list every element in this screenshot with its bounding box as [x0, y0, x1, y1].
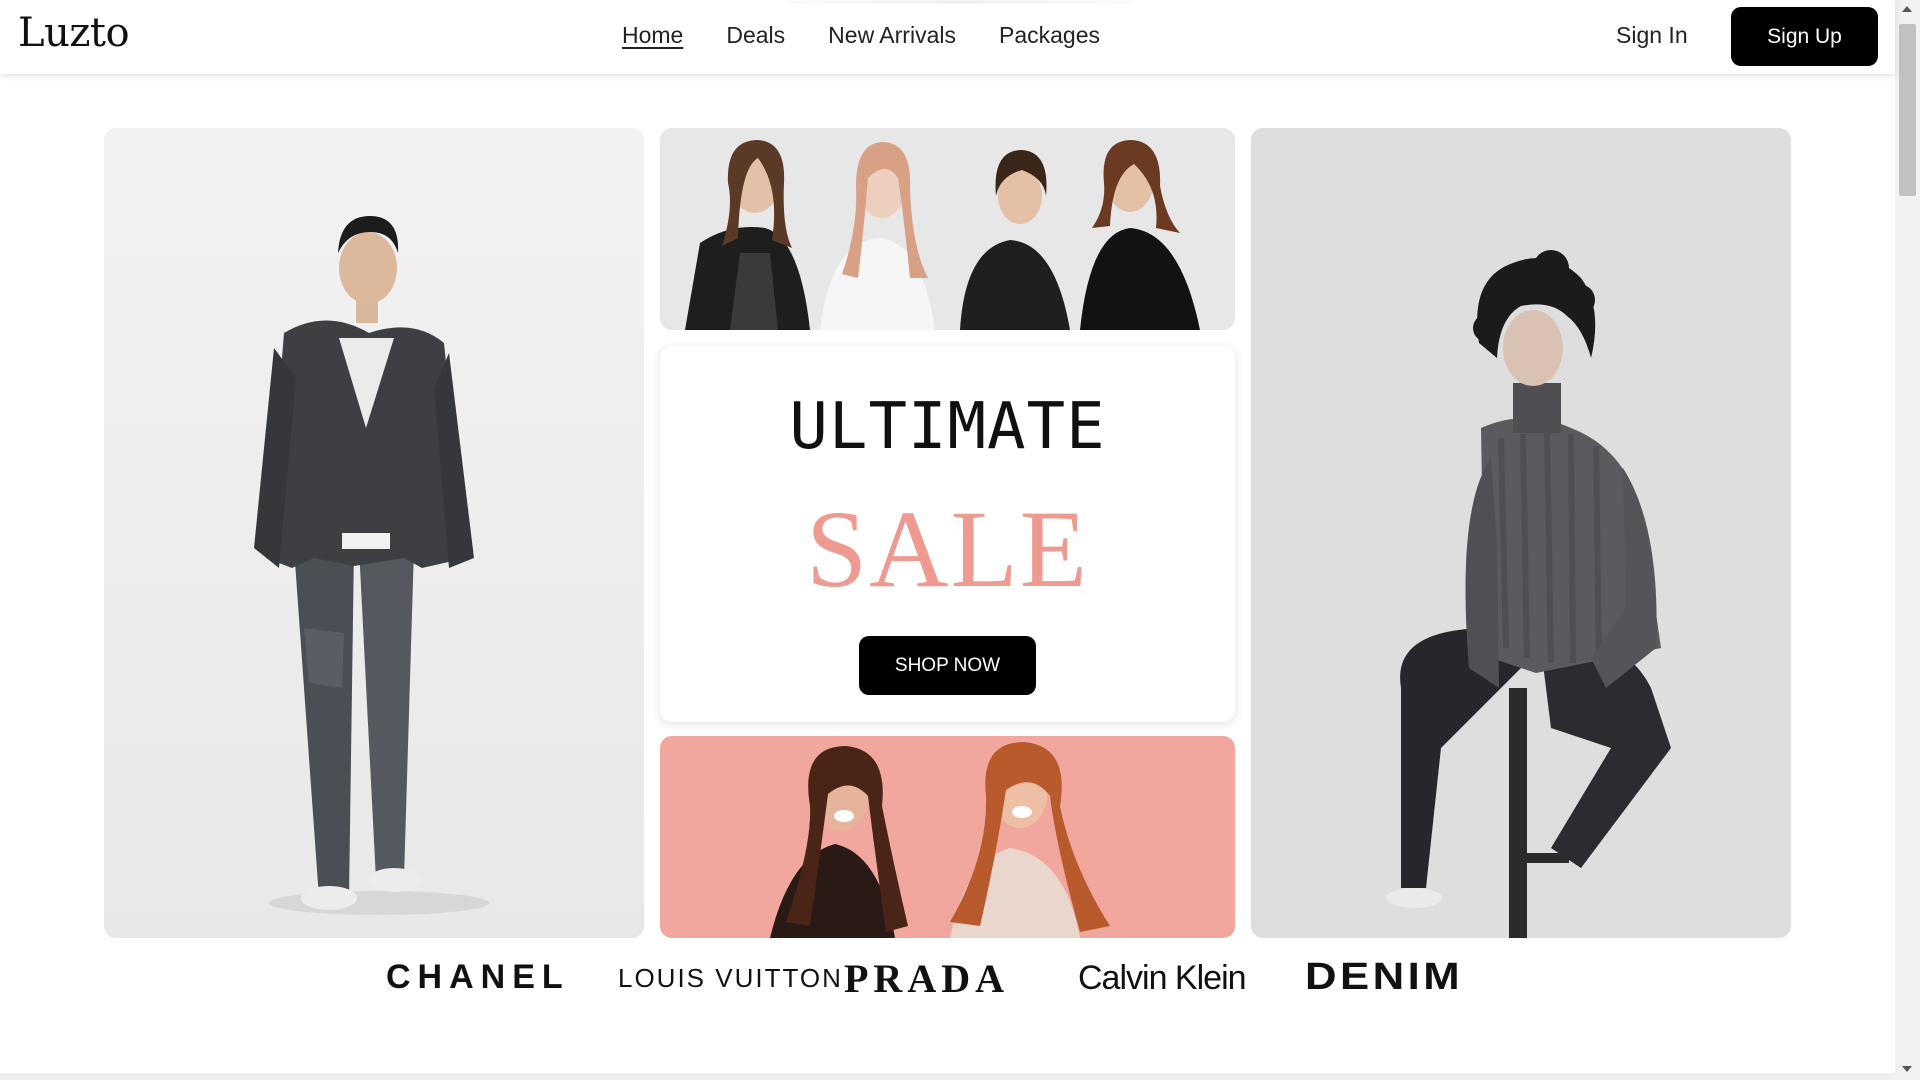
sale-card: ULTIMATE SALE SHOP NOW — [660, 346, 1235, 722]
nav-home[interactable]: Home — [622, 22, 683, 49]
hero-photo-top — [660, 128, 1235, 330]
hero-photo-left — [104, 128, 644, 938]
sale-accent-word: SALE — [806, 488, 1089, 610]
brand-prada[interactable]: PRADA — [844, 955, 1009, 1002]
nav-new-arrivals[interactable]: New Arrivals — [828, 22, 956, 49]
hero-photo-right — [1251, 128, 1791, 938]
shop-now-button[interactable]: SHOP NOW — [859, 636, 1036, 695]
site-header: Luzto Home Deals New Arrivals Packages S… — [0, 0, 1895, 74]
scrollbar-thumb[interactable] — [1899, 24, 1916, 196]
brand-louis-vuitton[interactable]: LOUIS VUITTON — [618, 963, 843, 994]
brand-logos-strip: CHANEL LOUIS VUITTON PRADA Calvin Klein … — [0, 956, 1895, 1001]
sign-up-button[interactable]: Sign Up — [1731, 7, 1878, 66]
scroll-up-arrow-icon[interactable] — [1902, 6, 1912, 12]
brand-denim[interactable]: DENIM — [1305, 956, 1463, 999]
man-in-jacket-image — [254, 216, 489, 915]
sale-headline: ULTIMATE — [789, 390, 1106, 464]
nav-deals[interactable]: Deals — [726, 22, 785, 49]
brand-chanel[interactable]: CHANEL — [386, 958, 570, 997]
hero-photo-bottom — [660, 736, 1235, 938]
four-women-image — [685, 140, 1200, 330]
brand-calvin-klein[interactable]: Calvin Klein — [1078, 959, 1247, 998]
sign-in-link[interactable]: Sign In — [1616, 22, 1688, 49]
main-nav: Home Deals New Arrivals Packages — [622, 22, 1100, 49]
page-scrollbar[interactable] — [1895, 0, 1920, 1080]
bottom-divider — [0, 1073, 1895, 1080]
man-in-turtleneck-image — [1386, 250, 1671, 938]
nav-packages[interactable]: Packages — [999, 22, 1100, 49]
nav-glow — [790, 0, 1130, 4]
site-logo[interactable]: Luzto — [18, 10, 130, 56]
two-women-image — [770, 742, 1110, 938]
scroll-down-arrow-icon[interactable] — [1902, 1066, 1912, 1072]
